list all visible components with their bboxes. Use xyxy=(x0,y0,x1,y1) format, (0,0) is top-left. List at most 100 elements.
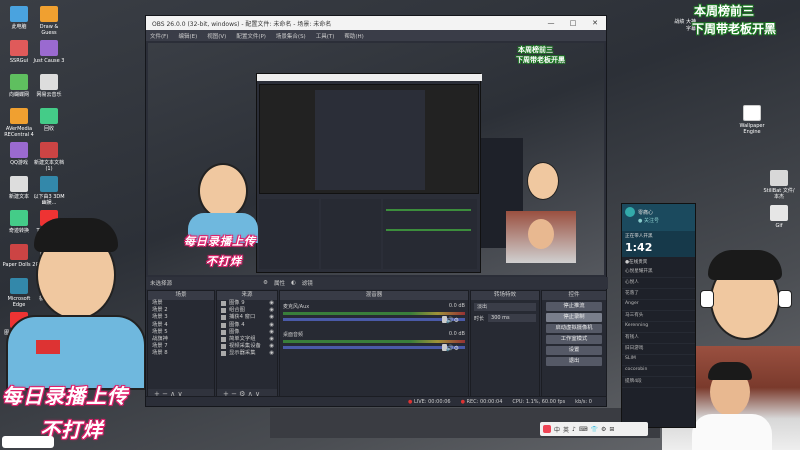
filters-button[interactable]: 滤镜 xyxy=(302,279,313,287)
minimize-button[interactable]: — xyxy=(540,19,562,27)
music-icon[interactable]: ♪ xyxy=(572,426,576,433)
visibility-icon[interactable]: ◉ xyxy=(269,314,274,321)
cartoon-avatar-left xyxy=(6,210,146,390)
desktop-icon-label: 新建文本文档 (1) xyxy=(33,160,64,172)
desktop-icon[interactable]: 以下由3 3DM幽娱... xyxy=(32,176,66,206)
app-icon[interactable] xyxy=(543,425,551,433)
speaker-icon[interactable]: 🔊⚙ xyxy=(446,317,459,324)
stop-streaming-button[interactable]: 停止推流 xyxy=(546,302,602,311)
desktop-icon-label: QQ游戏 xyxy=(10,160,28,166)
volume-meter xyxy=(283,312,465,315)
desktop-icon[interactable]: AVerMedia RECentral 4 xyxy=(2,108,36,138)
desktop-icon-stillbat[interactable]: StillBat 文件/本杰 xyxy=(762,170,796,200)
source-item[interactable]: 图像 4 ◉ xyxy=(217,322,277,329)
volume-fader[interactable] xyxy=(283,344,465,351)
windows-icon[interactable]: ⊞ xyxy=(609,426,614,433)
desktop-icon-gif[interactable]: Gif xyxy=(762,205,796,229)
source-item[interactable]: 图像 ◉ xyxy=(217,329,277,336)
settings-icon[interactable]: ⚙ xyxy=(601,426,606,433)
obs-window: OBS 26.0.0 (32-bit, windows) - 配置文件: 未命名… xyxy=(145,15,608,407)
mixer-track-desktop: 桌面音频 0.0 dB 🔊⚙ xyxy=(283,331,465,361)
menu-scene-collection[interactable]: 场景集合(S) xyxy=(276,32,306,40)
visibility-icon[interactable]: ◉ xyxy=(269,336,274,343)
visibility-icon[interactable]: ◉ xyxy=(269,300,274,307)
desktop-icon[interactable]: QQ游戏 xyxy=(2,142,36,166)
chat-message: 提牌4段 xyxy=(622,377,695,388)
desktop-icon[interactable]: 新建文本 xyxy=(2,176,36,200)
source-type-icon xyxy=(221,308,226,314)
obs-statusbar: ● LIVE: 00:00:06 ● REC: 00:00:04 CPU: 1.… xyxy=(146,396,606,406)
desktop-icon[interactable]: 网易云音乐 xyxy=(32,74,66,98)
visibility-icon[interactable]: ◉ xyxy=(269,350,274,357)
transition-select[interactable]: 淡出 xyxy=(474,303,536,311)
source-item[interactable]: 显示器采集 ◉ xyxy=(217,350,277,357)
studio-mode-button[interactable]: 工作室模式 xyxy=(546,335,602,344)
preview-cartoon-right xyxy=(523,158,563,203)
close-button[interactable]: ✕ xyxy=(584,19,606,27)
chat-messages: 心悦星耀开黑 心悦人 花落了 Anger 马三有头 Kerenning 有钱人 旧日游戏 SLI… xyxy=(622,267,695,388)
chat-message: 有钱人 xyxy=(622,333,695,344)
desktop-icon[interactable]: 回收 xyxy=(32,108,66,132)
visibility-icon[interactable]: ◉ xyxy=(269,322,274,329)
obs-title: OBS 26.0.0 (32-bit, windows) - 配置文件: 未命名… xyxy=(152,20,332,28)
chat-message: 马三有头 xyxy=(622,311,695,322)
settings-button[interactable]: 设置 xyxy=(546,346,602,355)
properties-button[interactable]: 属性 xyxy=(274,279,285,287)
app-icon xyxy=(40,142,58,158)
menu-file[interactable]: 文件(F) xyxy=(150,32,168,40)
desktop-icon[interactable]: Just Cause 3 xyxy=(32,40,66,64)
source-item[interactable]: 捕获4 窗口 ◉ xyxy=(217,314,277,321)
desktop-icon-label: Draw & Guess xyxy=(39,24,59,36)
exit-button[interactable]: 退出 xyxy=(546,357,602,366)
duration-input[interactable]: 300 ms xyxy=(488,314,536,322)
gear-icon[interactable]: ⚙ xyxy=(263,280,268,286)
chat-message: Anger xyxy=(622,300,695,311)
start-virtual-camera-button[interactable]: 启动虚拟摄像机 xyxy=(546,324,602,333)
source-item[interactable]: 图像 9 ◉ xyxy=(217,300,277,307)
stop-recording-button[interactable]: 停止录制 xyxy=(546,313,602,322)
volume-fader[interactable] xyxy=(283,316,465,323)
scenes-header: 场景 xyxy=(148,291,214,300)
filter-icon[interactable]: ◐ xyxy=(291,280,296,286)
obs-preview[interactable]: 每日录播上传 不打烊 本周榜前三 下周带老板开黑 xyxy=(148,43,604,275)
desktop-icon[interactable]: Draw & Guess xyxy=(32,6,66,36)
scenes-dock: 场景 场景 场景 2 场景 3 场景 4 场景 5 战旗神 场景 7 场景 8 + − ∧ ∨ xyxy=(147,290,215,400)
app-icon xyxy=(10,74,28,90)
desktop-icon-wallpaper-engine[interactable]: Wallpaper Engine xyxy=(735,105,769,135)
mixer-header: 混音器 xyxy=(280,291,468,300)
promo-top-line1: 本周榜前三 xyxy=(694,4,755,18)
file-icon xyxy=(770,170,788,186)
speaker-icon[interactable]: 🔊⚙ xyxy=(446,345,459,352)
source-type-icon xyxy=(221,344,226,350)
mixer-dock: 混音器 麦克风/Aux 0.0 dB 🔊⚙ 桌面音频 0.0 dB 🔊⚙ xyxy=(279,290,469,400)
shirt-icon[interactable]: 👕 xyxy=(591,426,598,433)
source-toolbar: 未选择源 ⚙ 属性 ◐ 滤镜 xyxy=(146,277,608,289)
desktop-icon[interactable]: 此电脑 xyxy=(2,6,36,30)
ime-indicator[interactable]: 中 xyxy=(554,425,560,434)
maximize-button[interactable]: □ xyxy=(562,19,584,27)
visibility-icon[interactable]: ◉ xyxy=(269,343,274,350)
lang-icon[interactable]: 英 xyxy=(563,425,569,434)
menu-help[interactable]: 帮助(H) xyxy=(344,32,363,40)
menu-view[interactable]: 视图(V) xyxy=(207,32,226,40)
keyboard-icon[interactable]: ⌨ xyxy=(579,426,588,433)
desktop-icon[interactable]: SSRGui xyxy=(2,40,36,64)
visibility-icon[interactable]: ◉ xyxy=(269,307,274,314)
scene-item[interactable]: 场景 8 xyxy=(148,350,214,357)
desktop-icon[interactable]: 新建文本文档 (1) xyxy=(32,142,66,172)
live-status: ● LIVE: 00:00:06 xyxy=(408,398,451,405)
scene-item[interactable]: 场景 5 xyxy=(148,329,214,336)
visibility-icon[interactable]: ◉ xyxy=(269,329,274,336)
app-icon xyxy=(10,176,28,192)
menu-profile[interactable]: 配置文件(P) xyxy=(236,32,266,40)
desktop-icon[interactable]: 向蝴蝶网 xyxy=(2,74,36,98)
scene-item[interactable]: 场景 3 xyxy=(148,314,214,321)
menu-tools[interactable]: 工具(T) xyxy=(316,32,335,40)
scene-item[interactable]: 场景 4 xyxy=(148,322,214,329)
controls-dock: 控件 停止推流 停止录制 启动虚拟摄像机 工作室模式 设置 退出 xyxy=(541,290,607,400)
chat-message: 心悦人 xyxy=(622,278,695,289)
menu-edit[interactable]: 编辑(E) xyxy=(178,32,197,40)
source-label: 显示器采集 xyxy=(229,350,256,357)
app-icon xyxy=(10,6,28,22)
file-icon xyxy=(770,205,788,221)
